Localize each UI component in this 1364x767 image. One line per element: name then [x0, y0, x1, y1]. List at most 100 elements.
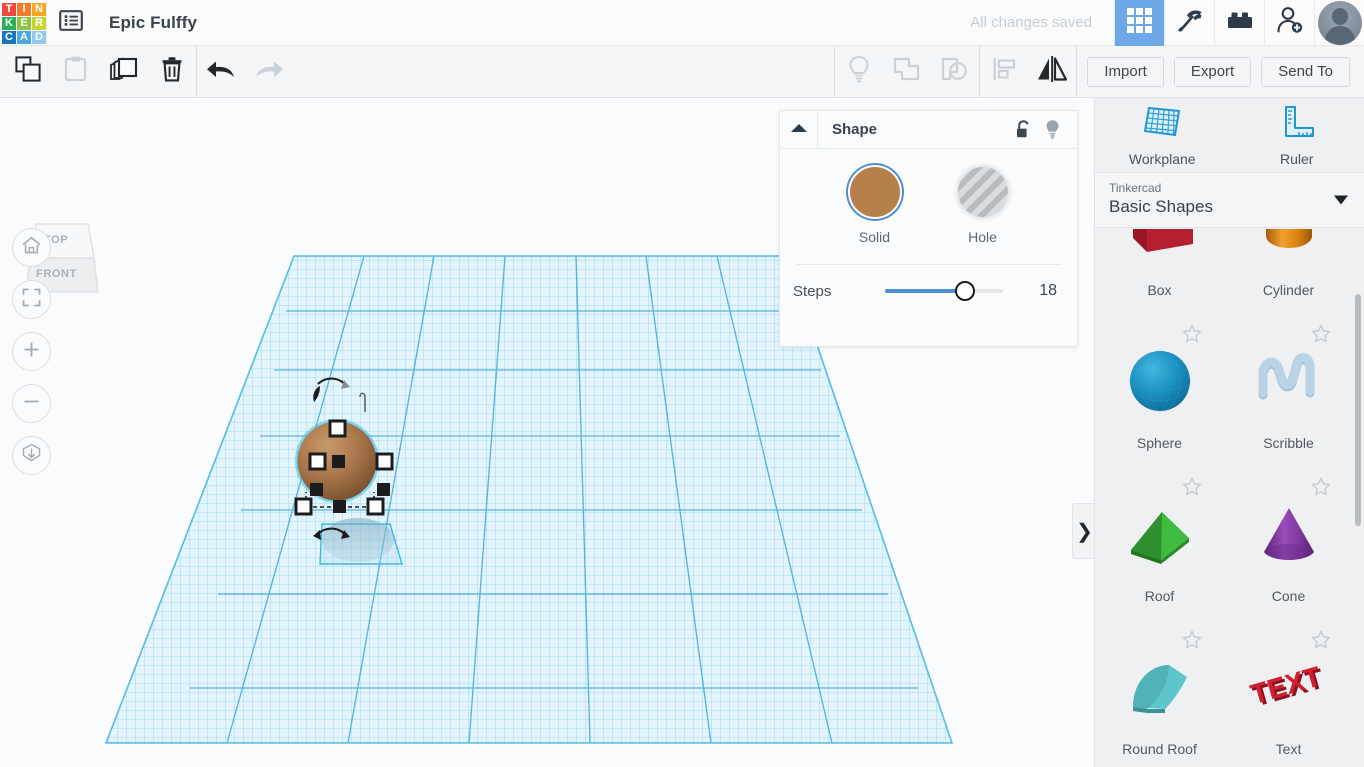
hole-label: Hole: [968, 229, 997, 245]
shape-art-box: [1117, 229, 1203, 278]
mirror-button[interactable]: [1028, 46, 1076, 98]
duplicate-button[interactable]: [100, 46, 148, 98]
panel-collapse-handle[interactable]: ❯: [1072, 503, 1094, 559]
user-avatar-button[interactable]: [1314, 0, 1364, 46]
import-button[interactable]: Import: [1087, 56, 1164, 87]
fit-view-button[interactable]: [12, 280, 51, 319]
shape-item-box[interactable]: Box: [1095, 229, 1224, 310]
shape-art-scribble: [1246, 335, 1332, 431]
shape-item-scribble[interactable]: Scribble: [1224, 310, 1353, 463]
sidebar-tool-workplane-label: Workplane: [1128, 150, 1196, 167]
tinkercad-logo[interactable]: T I N K E R C A D: [0, 0, 46, 46]
copy-icon: [14, 55, 42, 88]
hole-swatch[interactable]: [957, 167, 1008, 217]
favorite-star-icon[interactable]: [1311, 629, 1331, 654]
cube-perspective-icon: [21, 443, 42, 469]
favorite-star-icon[interactable]: [1182, 629, 1202, 654]
shape-label-cylinder: Cylinder: [1262, 282, 1315, 298]
header-nav-pickaxe-button[interactable]: [1164, 0, 1214, 46]
shape-item-cylinder[interactable]: Cylinder: [1224, 229, 1353, 310]
logo-tile-5: R: [32, 16, 46, 30]
shape-panel-header: Shape: [780, 110, 1077, 149]
logo-tile-3: K: [2, 16, 16, 30]
rotate-handle-top: [313, 377, 350, 402]
shape-art-cylinder: [1246, 229, 1332, 278]
zoom-out-button[interactable]: [12, 384, 51, 423]
shape-item-roof[interactable]: Roof: [1095, 463, 1224, 616]
shape-mode-swatches: Solid Hole: [780, 167, 1077, 245]
logo-tile-7: A: [17, 30, 31, 44]
solid-label: Solid: [858, 229, 891, 245]
favorite-star-icon[interactable]: [1182, 476, 1202, 501]
shape-label-sphere: Sphere: [1136, 435, 1183, 451]
shape-mode-solid[interactable]: Solid: [849, 167, 900, 245]
steps-slider[interactable]: [885, 281, 1003, 301]
selected-shape-sphere[interactable]: [282, 364, 427, 574]
unlock-icon[interactable]: [1015, 120, 1032, 139]
toolbar-separator-4: [1076, 45, 1078, 98]
logo-tile-1: I: [17, 2, 31, 16]
shape-panel-collapse-button[interactable]: [780, 110, 818, 149]
header-nav-invite-button[interactable]: [1264, 0, 1314, 46]
mirror-icon: [1035, 55, 1069, 88]
view-cube-front-label[interactable]: FRONT: [36, 268, 77, 280]
lightbulb-icon[interactable]: [1044, 119, 1061, 140]
ungroup-icon: [940, 55, 970, 88]
align-button[interactable]: [980, 46, 1028, 98]
shapes-scrollbar[interactable]: [1355, 294, 1361, 526]
shapes-grid[interactable]: Box Cylinder Sphere Scribble Roof Cone R…: [1095, 229, 1364, 767]
shape-mode-hole[interactable]: Hole: [957, 167, 1008, 245]
home-view-button[interactable]: [12, 228, 51, 267]
shape-label-roof: Roof: [1144, 588, 1175, 604]
zoom-in-button[interactable]: [12, 332, 51, 371]
document-list-button[interactable]: [47, 0, 95, 46]
shape-item-sphere[interactable]: Sphere: [1095, 310, 1224, 463]
undo-button[interactable]: [197, 46, 245, 98]
avatar: [1317, 0, 1362, 45]
blocks-icon: [1227, 10, 1253, 35]
shape-label-scribble: Scribble: [1263, 435, 1314, 451]
paste-button[interactable]: [52, 46, 100, 98]
paste-icon: [63, 55, 89, 88]
logo-tile-8: D: [32, 30, 46, 44]
library-selector[interactable]: Tinkercad Basic Shapes: [1095, 172, 1364, 228]
favorite-star-icon[interactable]: [1311, 476, 1331, 501]
sidebar-tool-ruler-label: Ruler: [1280, 150, 1314, 167]
shape-art-text: TEXT TEXT: [1246, 641, 1332, 737]
shape-item-text[interactable]: TEXT TEXT Text: [1224, 616, 1353, 767]
sidebar-tool-workplane[interactable]: Workplane: [1095, 98, 1230, 172]
shape-art-cone: [1246, 488, 1332, 584]
copy-button[interactable]: [4, 46, 52, 98]
solid-color-swatch[interactable]: [849, 167, 900, 217]
group-button[interactable]: [883, 46, 931, 98]
perspective-toggle-button[interactable]: [12, 436, 51, 475]
favorite-star-icon[interactable]: [1311, 323, 1331, 348]
shape-item-round-roof[interactable]: Round Roof: [1095, 616, 1224, 767]
sidebar-tool-ruler[interactable]: Ruler: [1230, 98, 1364, 172]
minus-icon: [22, 392, 41, 416]
chevron-down-icon[interactable]: [1334, 195, 1348, 205]
slider-fill: [885, 289, 966, 293]
slider-knob[interactable]: [955, 281, 976, 301]
delete-button[interactable]: [148, 46, 196, 98]
logo-tile-4: E: [17, 16, 31, 30]
ruler-icon: [1277, 104, 1317, 145]
shape-art-sphere: [1117, 335, 1203, 431]
redo-button[interactable]: [245, 46, 293, 98]
steps-value[interactable]: 18: [1039, 282, 1057, 300]
shape-item-cone[interactable]: Cone: [1224, 463, 1353, 616]
favorite-star-icon[interactable]: [1182, 323, 1202, 348]
ungroup-button[interactable]: [931, 46, 979, 98]
header-nav-blocks-button[interactable]: [1214, 0, 1264, 46]
send-to-button[interactable]: Send To: [1261, 56, 1350, 87]
header-nav-grid-button[interactable]: [1114, 0, 1164, 46]
steps-control-row: Steps 18: [780, 265, 1077, 317]
shapes-sidebar: Workplane Ruler Tinkercad Basic Shapes B…: [1094, 98, 1364, 767]
list-icon: [59, 9, 83, 36]
redo-icon: [253, 56, 285, 87]
shape-label-round-roof: Round Roof: [1122, 741, 1197, 757]
delete-icon: [159, 55, 185, 88]
shape-panel-body: Solid Hole Steps 18: [780, 149, 1077, 317]
hide-button[interactable]: [835, 46, 883, 98]
export-button[interactable]: Export: [1173, 56, 1252, 87]
